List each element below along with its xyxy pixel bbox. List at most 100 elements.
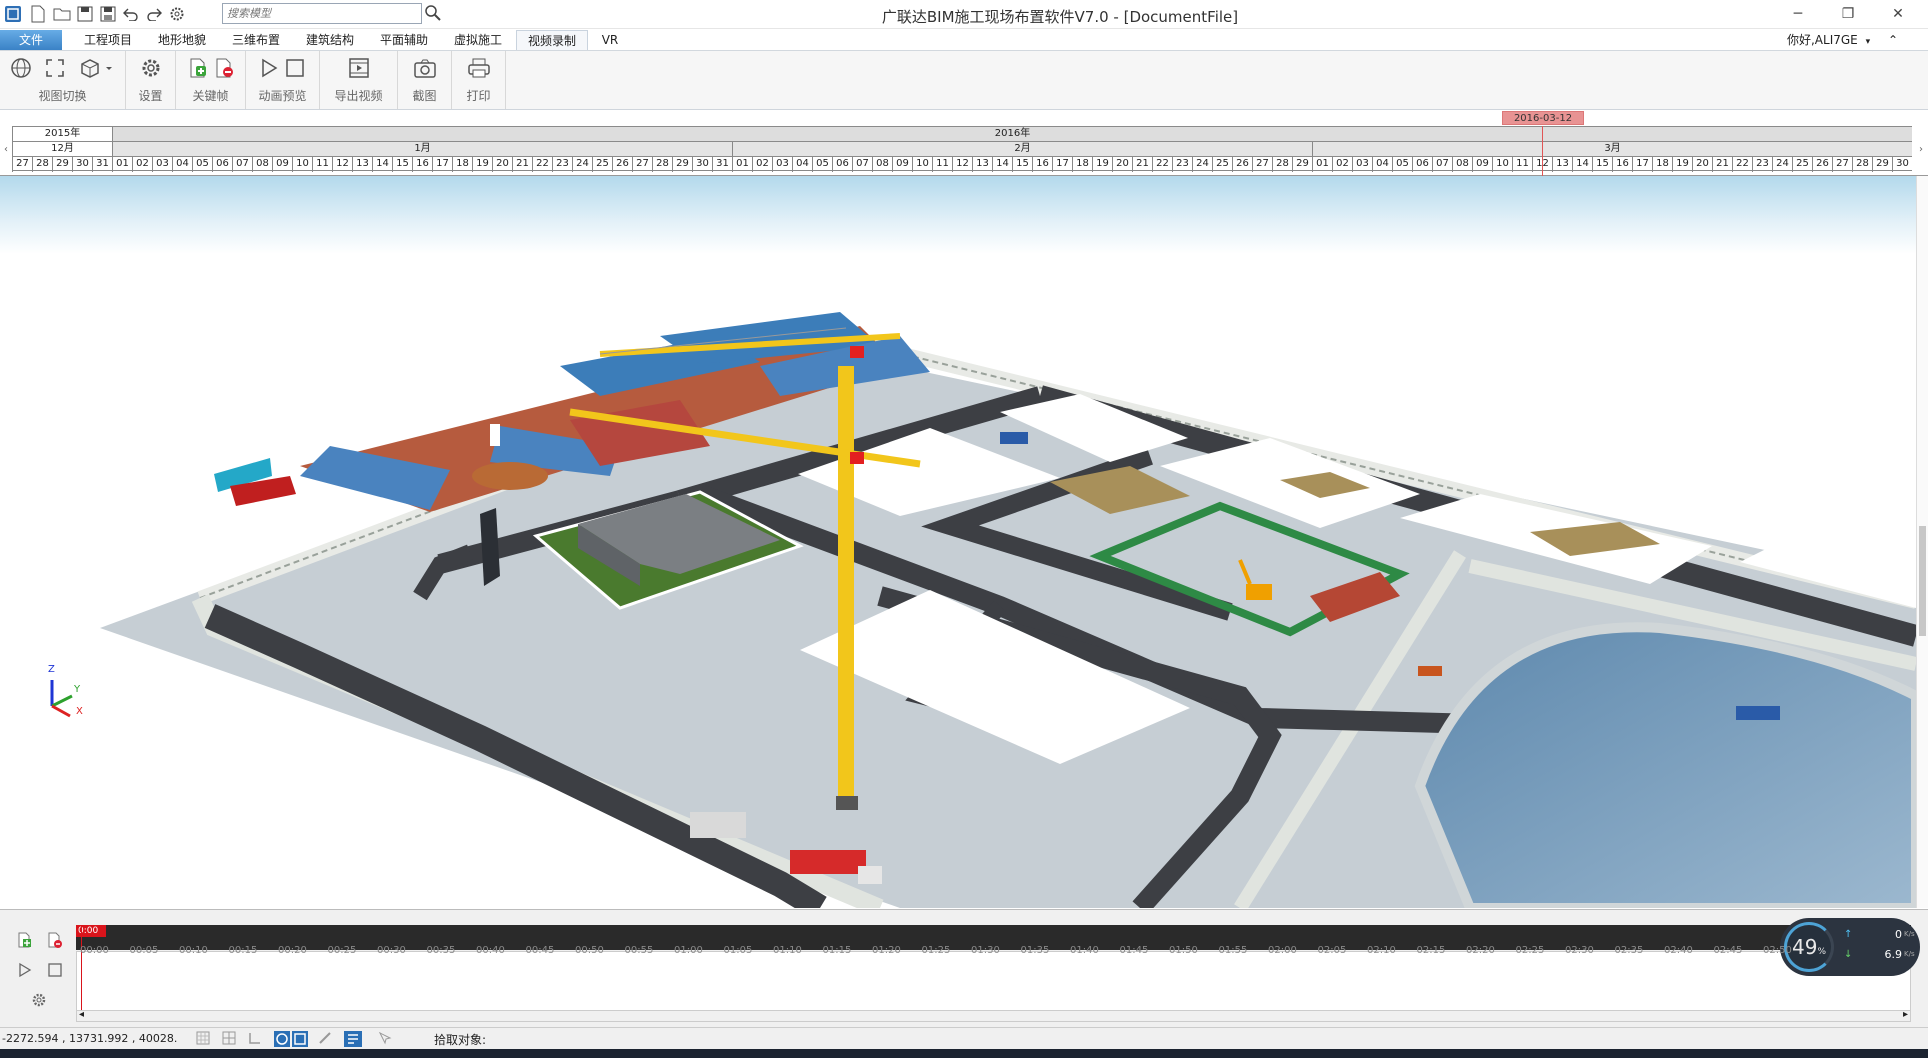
timeline-day-cell[interactable]: 14 bbox=[1572, 157, 1592, 172]
timeline-day-cell[interactable]: 01 bbox=[112, 157, 132, 172]
timeline-year-2016[interactable]: 2016年 bbox=[112, 127, 1912, 142]
minimize-button[interactable]: ─ bbox=[1778, 2, 1818, 26]
timeline-day-cell[interactable]: 24 bbox=[1192, 157, 1212, 172]
timeline-day-cell[interactable]: 25 bbox=[592, 157, 612, 172]
3d-viewport[interactable]: Z Y X bbox=[0, 176, 1916, 908]
viewport-scroll-thumb[interactable] bbox=[1919, 526, 1926, 636]
timeline-day-cell[interactable]: 27 bbox=[1832, 157, 1852, 172]
timeline-day-cell[interactable]: 28 bbox=[32, 157, 52, 172]
timeline-day-cell[interactable]: 30 bbox=[1892, 157, 1912, 172]
cube-view-icon[interactable] bbox=[76, 56, 116, 80]
timeline-scroll-right-button[interactable]: › bbox=[1914, 126, 1928, 174]
timeline-day-cell[interactable]: 12 bbox=[332, 157, 352, 172]
camera-icon[interactable] bbox=[412, 56, 438, 80]
timeline-day-cell[interactable]: 07 bbox=[852, 157, 872, 172]
selection-box-icon[interactable] bbox=[292, 1031, 308, 1047]
timeline-day-cell[interactable]: 05 bbox=[812, 157, 832, 172]
export-video-icon[interactable] bbox=[346, 56, 372, 80]
timeline-day-cell[interactable]: 16 bbox=[1032, 157, 1052, 172]
timeline-day-cell[interactable]: 22 bbox=[1732, 157, 1752, 172]
timeline-day-cell[interactable]: 25 bbox=[1792, 157, 1812, 172]
timeline-day-cell[interactable]: 25 bbox=[1212, 157, 1232, 172]
timeline-day-cell[interactable]: 16 bbox=[412, 157, 432, 172]
timeline-day-cell[interactable]: 06 bbox=[1412, 157, 1432, 172]
timeline-day-cell[interactable]: 02 bbox=[1332, 157, 1352, 172]
date-timeline[interactable]: 2015年 2016年 12月 1月 2月 3月 27 28 29 30 31 01 02 0… bbox=[0, 110, 1928, 176]
timeline-day-cell[interactable]: 20 bbox=[1692, 157, 1712, 172]
timeline-scroll-left-button[interactable]: ‹ bbox=[0, 126, 12, 174]
search-icon[interactable] bbox=[424, 4, 442, 22]
tab-plan-aid[interactable]: 平面辅助 bbox=[370, 30, 438, 50]
timeline-day-cell[interactable]: 08 bbox=[1452, 157, 1472, 172]
timeline-day-cell[interactable]: 06 bbox=[832, 157, 852, 172]
new-file-icon[interactable] bbox=[28, 4, 48, 24]
timeline-day-cell[interactable]: 21 bbox=[512, 157, 532, 172]
timeline-day-cell[interactable]: 17 bbox=[1052, 157, 1072, 172]
timeline-month-mar[interactable]: 3月 bbox=[1312, 142, 1912, 157]
tab-video-record[interactable]: 视频录制 bbox=[516, 30, 588, 50]
undo-icon[interactable] bbox=[121, 4, 141, 24]
timeline-day-cell[interactable]: 23 bbox=[552, 157, 572, 172]
timeline-day-cell[interactable]: 09 bbox=[892, 157, 912, 172]
network-monitor-widget[interactable]: 49% ↑ 0 K/s ↓ 6.9 K/s bbox=[1780, 918, 1920, 976]
timeline-day-cell[interactable]: 13 bbox=[352, 157, 372, 172]
close-button[interactable]: ✕ bbox=[1878, 2, 1918, 26]
timeline-day-cell[interactable]: 29 bbox=[52, 157, 72, 172]
timeline-day-cell[interactable]: 21 bbox=[1132, 157, 1152, 172]
timeline-day-cell[interactable]: 15 bbox=[1592, 157, 1612, 172]
fit-view-icon[interactable] bbox=[42, 56, 68, 80]
timeline-day-cell[interactable]: 01 bbox=[732, 157, 752, 172]
timeline-day-cell[interactable]: 18 bbox=[1652, 157, 1672, 172]
timeline-day-cell[interactable]: 29 bbox=[1292, 157, 1312, 172]
timeline-day-cell[interactable]: 15 bbox=[1012, 157, 1032, 172]
timeline-year-2015[interactable]: 2015年 bbox=[12, 127, 112, 142]
timeline-day-cell[interactable]: 30 bbox=[72, 157, 92, 172]
ruler-icon[interactable] bbox=[318, 1031, 334, 1047]
timeline-day-cell[interactable]: 11 bbox=[932, 157, 952, 172]
timeline-month-feb[interactable]: 2月 bbox=[732, 142, 1312, 157]
timeline-day-cell[interactable]: 04 bbox=[1372, 157, 1392, 172]
scroll-right-arrow[interactable]: ▸ bbox=[1903, 1009, 1908, 1020]
add-keyframe-button[interactable] bbox=[14, 930, 36, 950]
timeline-day-cell[interactable]: 27 bbox=[1252, 157, 1272, 172]
ribbon-collapse-icon[interactable]: ⌃ bbox=[1888, 33, 1898, 47]
ortho-icon[interactable] bbox=[248, 1031, 264, 1047]
user-menu[interactable]: 你好,ALI7GE ▾ ⌃ bbox=[1787, 31, 1898, 48]
timeline-day-cell[interactable]: 28 bbox=[1852, 157, 1872, 172]
timeline-day-cell[interactable]: 30 bbox=[692, 157, 712, 172]
timeline-day-cell[interactable]: 28 bbox=[1272, 157, 1292, 172]
timeline-day-cell[interactable]: 20 bbox=[492, 157, 512, 172]
timeline-day-cell[interactable]: 10 bbox=[292, 157, 312, 172]
timeline-month-jan[interactable]: 1月 bbox=[112, 142, 732, 157]
timeline-day-cell[interactable]: 24 bbox=[572, 157, 592, 172]
timeline-current-date-marker[interactable]: 2016-03-12 bbox=[1502, 111, 1584, 125]
scroll-left-arrow[interactable]: ◂ bbox=[79, 1009, 84, 1020]
timeline-day-cell[interactable]: 14 bbox=[992, 157, 1012, 172]
timeline-day-cell[interactable]: 19 bbox=[472, 157, 492, 172]
object-snap-icon[interactable] bbox=[274, 1031, 290, 1047]
open-folder-icon[interactable] bbox=[52, 4, 72, 24]
stop-animation-button[interactable] bbox=[44, 960, 66, 980]
tab-terrain[interactable]: 地形地貌 bbox=[148, 30, 216, 50]
timeline-day-cell[interactable]: 27 bbox=[632, 157, 652, 172]
timeline-day-cell[interactable]: 31 bbox=[92, 157, 112, 172]
timeline-month-dec[interactable]: 12月 bbox=[12, 142, 112, 157]
restore-button[interactable]: ❐ bbox=[1828, 2, 1868, 26]
animation-settings-button[interactable] bbox=[28, 990, 50, 1010]
text-label-icon[interactable] bbox=[344, 1031, 362, 1047]
snap-grid-icon[interactable] bbox=[196, 1031, 212, 1047]
timeline-day-cell[interactable]: 11 bbox=[1512, 157, 1532, 172]
timeline-day-cell[interactable]: 08 bbox=[872, 157, 892, 172]
timeline-day-cell[interactable]: 05 bbox=[192, 157, 212, 172]
timeline-day-cell[interactable]: 23 bbox=[1752, 157, 1772, 172]
timeline-day-cell[interactable]: 18 bbox=[1072, 157, 1092, 172]
timeline-day-cell[interactable]: 07 bbox=[232, 157, 252, 172]
timeline-day-cell[interactable]: 22 bbox=[1152, 157, 1172, 172]
tab-virtual-construction[interactable]: 虚拟施工 bbox=[444, 30, 512, 50]
timeline-day-cell[interactable]: 03 bbox=[1352, 157, 1372, 172]
timeline-day-cell[interactable]: 03 bbox=[772, 157, 792, 172]
timeline-day-cell[interactable]: 26 bbox=[1232, 157, 1252, 172]
timeline-day-cell[interactable]: 29 bbox=[672, 157, 692, 172]
playhead-line[interactable] bbox=[81, 925, 82, 1020]
timeline-day-cell[interactable]: 11 bbox=[312, 157, 332, 172]
